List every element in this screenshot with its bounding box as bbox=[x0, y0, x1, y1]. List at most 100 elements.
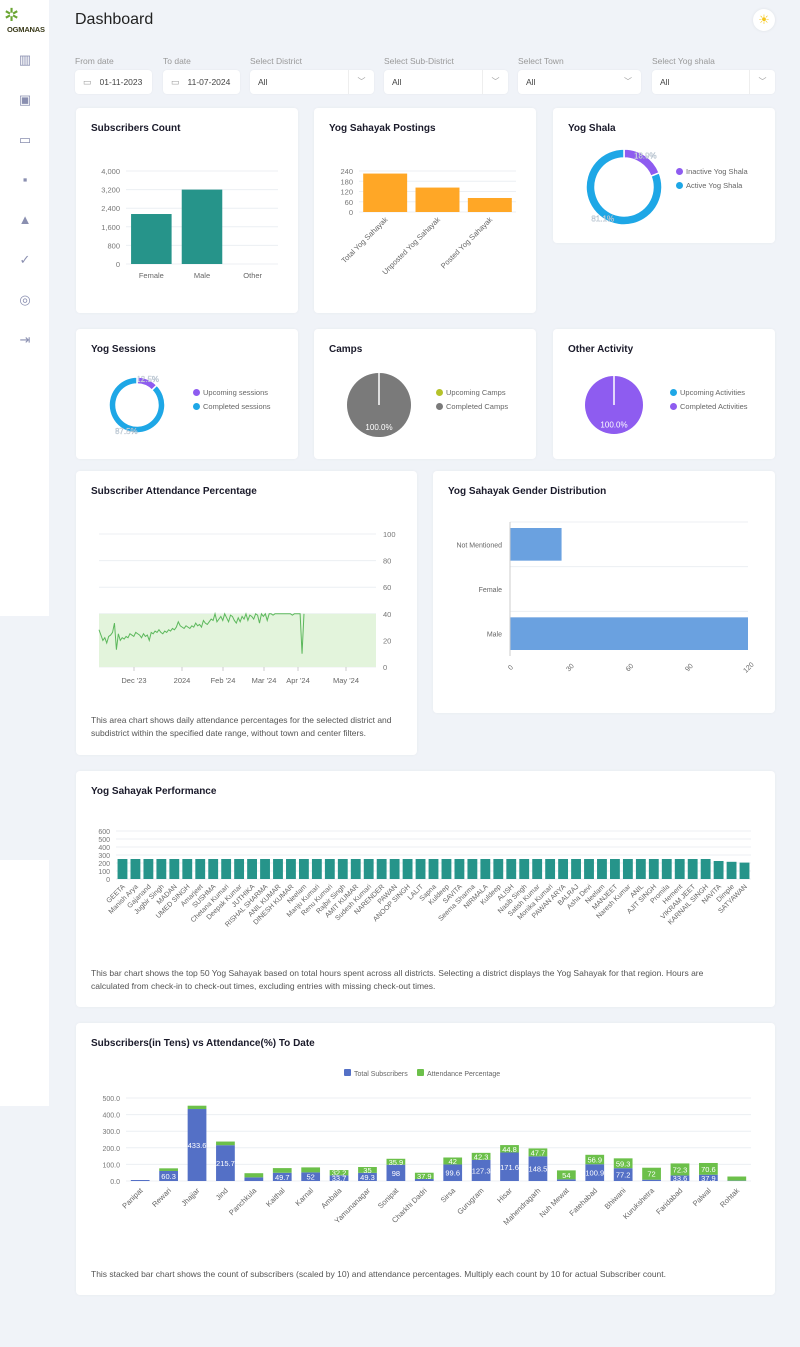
gender-card: Yog Sahayak Gender Distribution Not Ment… bbox=[433, 471, 775, 713]
calendar-icon: ▭ bbox=[171, 76, 180, 87]
legend-label: Active Yog Shala bbox=[686, 181, 743, 190]
file-icon[interactable]: ▪ bbox=[17, 172, 33, 188]
legend-item[interactable]: Completed Camps bbox=[436, 402, 508, 411]
x-tick-label: Rohtak bbox=[718, 1186, 741, 1209]
card-icon[interactable]: ▭ bbox=[17, 132, 33, 148]
chart-legend: Inactive Yog Shala Active Yog Shala bbox=[676, 167, 748, 195]
y-tick-label: 0.0 bbox=[110, 1179, 120, 1186]
bar bbox=[208, 859, 219, 879]
from-date-input[interactable]: ▭ 01-11-2023 bbox=[75, 70, 152, 94]
logo[interactable]: ✲ OGMANAS bbox=[2, 6, 48, 36]
legend-item[interactable]: Inactive Yog Shala bbox=[676, 167, 748, 176]
x-tick-label: Kaithal bbox=[264, 1186, 287, 1209]
x-tick-label: Feb '24 bbox=[211, 676, 236, 685]
gender-chart: Not Mentioned Female Male 0 30 60 90 120 bbox=[456, 521, 756, 675]
chart-description: This area chart shows daily attendance p… bbox=[91, 715, 392, 738]
bar bbox=[467, 197, 512, 212]
bar bbox=[273, 859, 283, 879]
y-tick-label: 100 bbox=[98, 869, 110, 876]
town-filter: Select Town All ﹀ bbox=[518, 56, 641, 94]
to-date-input[interactable]: ▭ 11-07-2024 bbox=[163, 70, 240, 94]
data-label: 77.2 bbox=[616, 1171, 631, 1180]
data-label: 54 bbox=[562, 1171, 570, 1180]
camp-tent-icon[interactable]: ▲ bbox=[17, 212, 33, 228]
theme-toggle-button[interactable]: ☀ bbox=[753, 9, 775, 31]
bar bbox=[182, 859, 193, 879]
subscribers-count-card: Subscribers Count 0 800 1,600 2,400 3,200 4,0… bbox=[76, 108, 298, 313]
legend-item[interactable]: Completed sessions bbox=[193, 402, 271, 411]
sidebar: ✲ OGMANAS ▥ ▣ ▭ ▪ ▲ ✓ ◎ ⇥ bbox=[0, 0, 49, 616]
x-tick-label: Jind bbox=[214, 1186, 230, 1202]
fingerprint-icon[interactable]: ◎ bbox=[17, 292, 33, 308]
data-label: 127.3 bbox=[472, 1166, 491, 1175]
data-label: 215.7 bbox=[216, 1159, 235, 1168]
check-badge-icon[interactable]: ✓ bbox=[17, 252, 33, 268]
bar bbox=[143, 859, 154, 879]
y-tick-label: 500.0 bbox=[102, 1096, 120, 1103]
x-tick-label: Male bbox=[194, 271, 210, 280]
data-label: 60.3 bbox=[161, 1172, 176, 1181]
legend-item[interactable]: Upcoming sessions bbox=[193, 388, 271, 397]
bar bbox=[195, 859, 206, 879]
x-tick-label: Karnal bbox=[293, 1186, 315, 1208]
y-tick-label: Female bbox=[479, 587, 502, 594]
y-tick-label: 0 bbox=[383, 663, 387, 672]
settings-doc-icon[interactable]: ▣ bbox=[17, 92, 33, 108]
sub-district-select[interactable]: All ﹀ bbox=[384, 70, 508, 94]
x-tick-label: Jhajjar bbox=[179, 1186, 201, 1208]
logout-icon[interactable]: ⇥ bbox=[17, 332, 33, 348]
bar-segment bbox=[216, 1141, 235, 1146]
bar-segment bbox=[244, 1173, 264, 1178]
bar-chart-icon[interactable]: ▥ bbox=[17, 52, 33, 68]
yog-shala-value: All bbox=[660, 77, 670, 87]
bar bbox=[324, 859, 335, 879]
town-select[interactable]: All ﹀ bbox=[518, 70, 641, 94]
bar bbox=[739, 862, 750, 879]
legend-swatch bbox=[436, 403, 443, 410]
subscribers-count-chart: 0 800 1,600 2,400 3,200 4,000 Female Male Other bbox=[101, 167, 278, 280]
data-label: 49.7 bbox=[275, 1173, 290, 1182]
bar-segment bbox=[130, 1180, 150, 1181]
bar bbox=[402, 859, 413, 879]
bar-segment bbox=[187, 1105, 207, 1110]
postings-card: Yog Sahayak Postings 0 60 120 180 240 Total Y… bbox=[314, 108, 536, 313]
legend-item[interactable]: Upcoming Activities bbox=[670, 388, 748, 397]
slice-label: 100.0% bbox=[600, 421, 627, 430]
y-tick-label: 120 bbox=[340, 188, 353, 197]
bar bbox=[454, 859, 465, 879]
bar bbox=[234, 859, 245, 879]
data-label: 100.9 bbox=[585, 1169, 604, 1178]
data-label: 37.9 bbox=[417, 1172, 432, 1181]
legend-swatch bbox=[193, 389, 200, 396]
bar bbox=[428, 859, 439, 879]
pie-slice bbox=[108, 376, 166, 434]
yog-shala-card: Yog Shala 18.9% 81.1% Inactive Yog Shala A… bbox=[553, 108, 775, 243]
bar bbox=[467, 859, 478, 879]
x-tick-label: Posted Yog Sahayak bbox=[439, 215, 494, 270]
legend-label: Upcoming Activities bbox=[680, 388, 746, 397]
legend-swatch bbox=[676, 182, 683, 189]
bar bbox=[441, 859, 452, 879]
district-select[interactable]: All ﹀ bbox=[250, 70, 374, 94]
yog-shala-select[interactable]: All ﹀ bbox=[652, 70, 775, 94]
bar bbox=[510, 528, 562, 561]
legend-label: Total Subscribers bbox=[354, 1071, 408, 1078]
y-tick-label: 4,000 bbox=[101, 167, 120, 176]
from-date-value: 01-11-2023 bbox=[99, 77, 143, 87]
yog-shala-filter: Select Yog shala All ﹀ bbox=[652, 56, 775, 94]
subs-vs-att-card: Subscribers(in Tens) vs Attendance(%) To… bbox=[76, 1023, 775, 1295]
data-label: 433.6 bbox=[188, 1141, 207, 1150]
bar bbox=[181, 189, 223, 264]
y-tick-label: 100 bbox=[383, 530, 396, 539]
legend-item[interactable]: Upcoming Camps bbox=[436, 388, 508, 397]
legend-item[interactable]: Active Yog Shala bbox=[676, 181, 748, 190]
x-tick-label: Other bbox=[243, 271, 262, 280]
chart-legend: Upcoming sessions Completed sessions bbox=[193, 388, 271, 416]
y-tick-label: 200.0 bbox=[102, 1146, 120, 1153]
legend-item[interactable]: Completed Activities bbox=[670, 402, 748, 411]
slice-label: 18.9% bbox=[634, 152, 657, 161]
legend-swatch bbox=[417, 1069, 424, 1076]
x-tick-label: Unposted Yog Sahayak bbox=[380, 215, 442, 277]
x-tick-label: 120 bbox=[742, 661, 755, 674]
y-tick-label: 600 bbox=[98, 829, 110, 836]
